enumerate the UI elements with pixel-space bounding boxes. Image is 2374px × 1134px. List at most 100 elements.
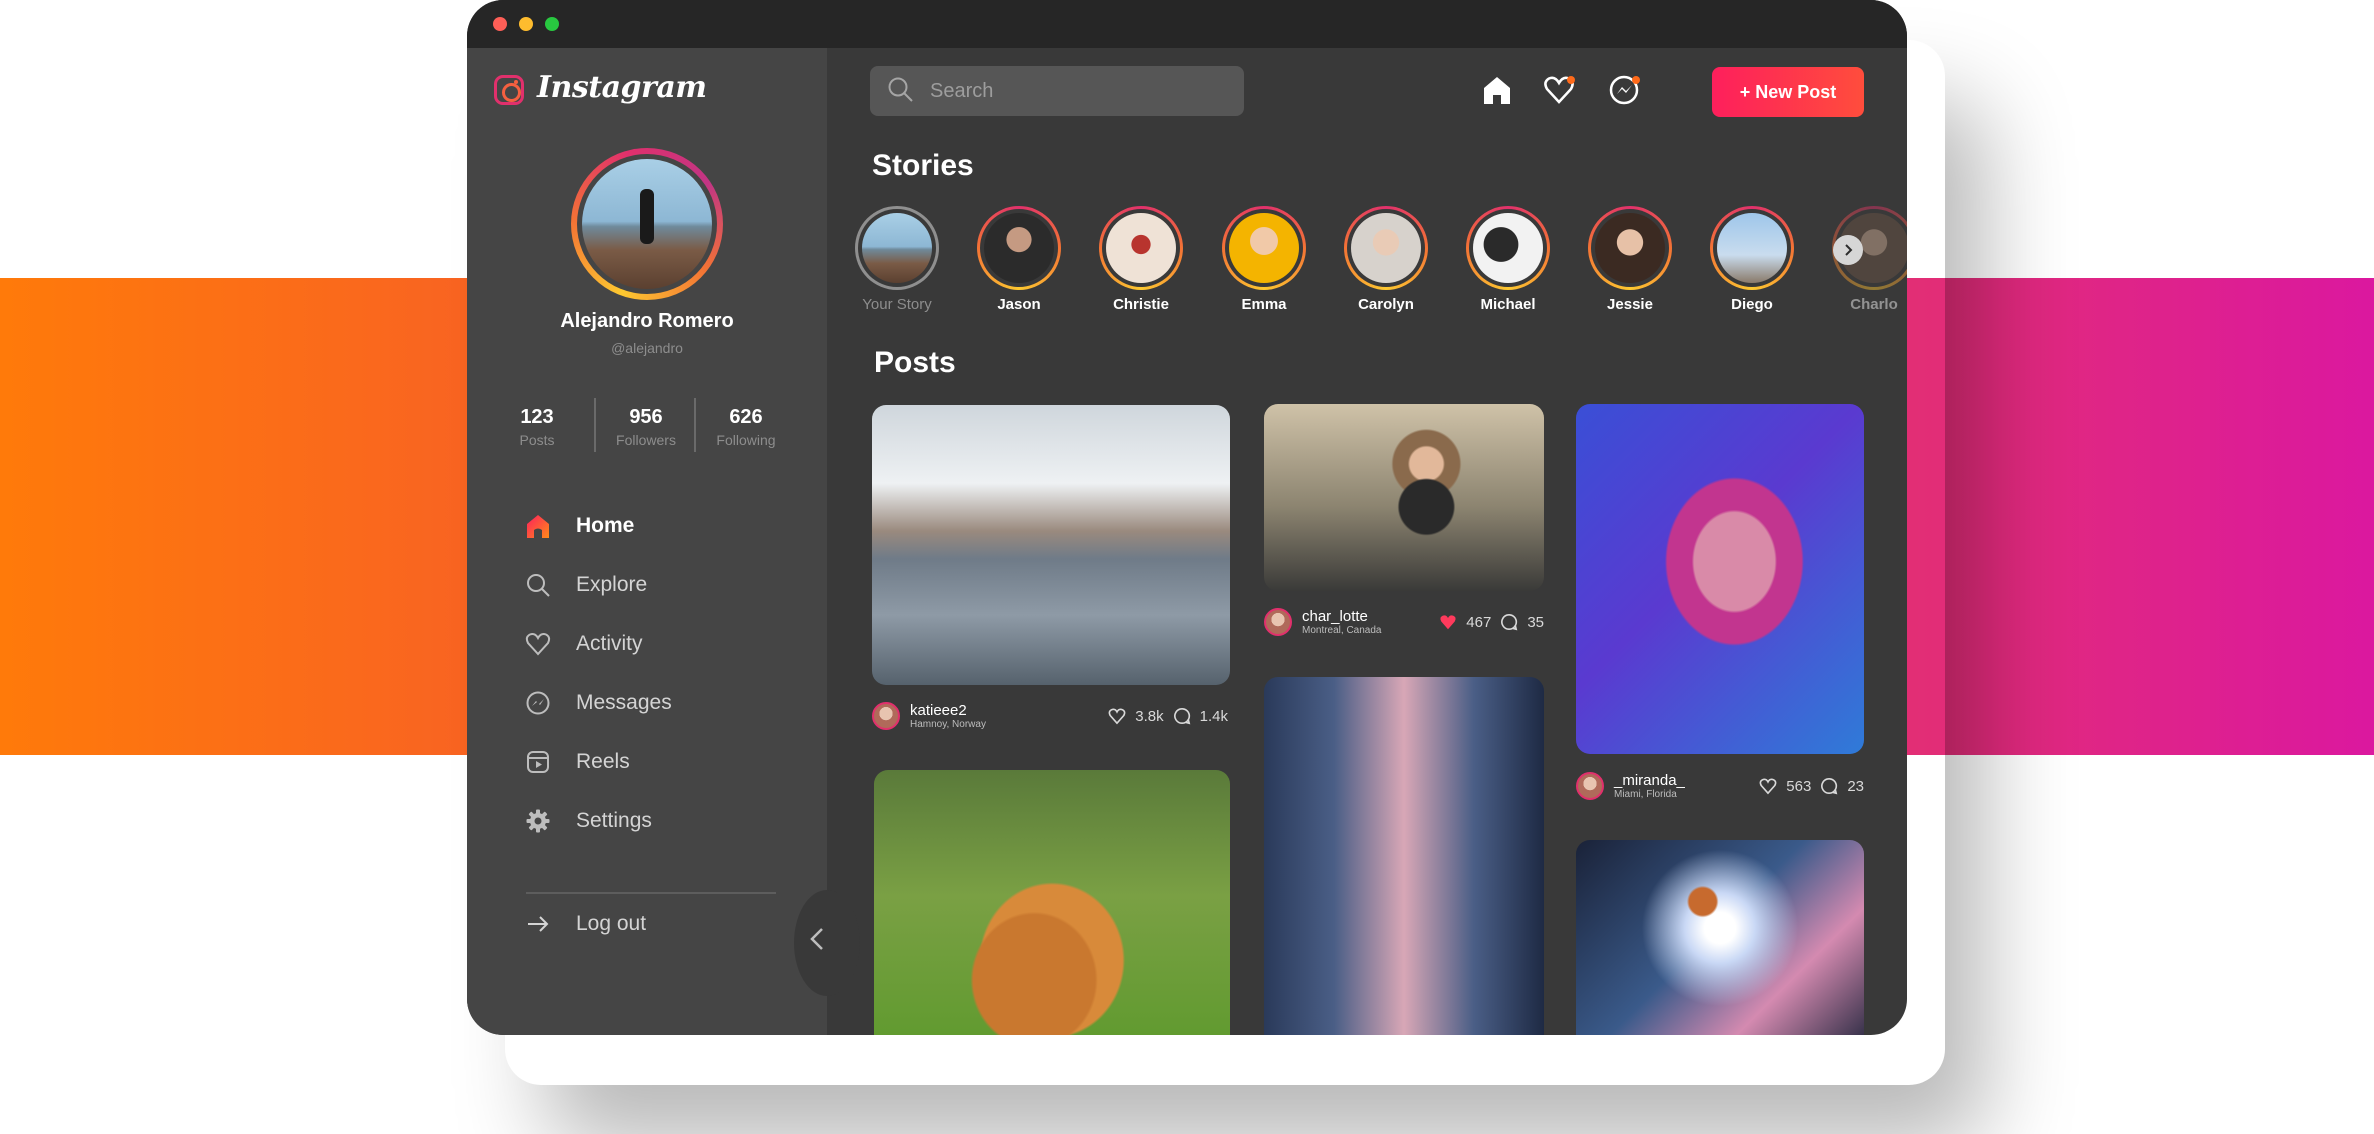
post-location: Miami, Florida (1614, 788, 1677, 800)
like-heart-icon[interactable] (1107, 706, 1127, 726)
new-post-button[interactable]: + New Post (1712, 67, 1864, 117)
stat-followers[interactable]: 956 Followers (596, 406, 696, 448)
post-image[interactable] (874, 770, 1230, 1035)
comment-count: 1.4k (1199, 707, 1228, 725)
story-avatar (1351, 213, 1421, 283)
posts-title: Posts (874, 346, 956, 379)
profile-avatar (582, 159, 712, 289)
post-username[interactable]: char_lotte (1302, 608, 1382, 625)
story-name: Jessie (1607, 296, 1653, 313)
post-avatar[interactable] (1264, 608, 1292, 636)
story-item[interactable]: Jessie (1580, 206, 1680, 313)
close-window-button[interactable] (493, 17, 507, 31)
post-image[interactable] (1576, 840, 1864, 1035)
story-name: Charlo (1850, 296, 1898, 313)
story-item[interactable]: Jason (969, 206, 1069, 313)
story-avatar (1229, 213, 1299, 283)
title-bar (467, 0, 1907, 48)
story-item[interactable]: Christie (1091, 206, 1191, 313)
maximize-window-button[interactable] (545, 17, 559, 31)
main-content: + New Post Stories Your Story Jason Chri… (827, 48, 1907, 1035)
stories-next-button[interactable] (1833, 235, 1863, 265)
stat-label: Followers (616, 432, 676, 448)
post-username[interactable]: katieee2 (910, 702, 986, 719)
liked-heart-icon[interactable] (1438, 612, 1458, 632)
like-count: 3.8k (1135, 707, 1164, 725)
comment-icon[interactable] (1499, 612, 1519, 632)
app-window: Instagram Alejandro Romero @alejandro 12… (467, 0, 1907, 1035)
message-badge (1632, 76, 1640, 84)
sidebar: Instagram Alejandro Romero @alejandro 12… (467, 48, 860, 1035)
home-top-button[interactable] (1479, 72, 1515, 108)
notifications-button[interactable] (1541, 72, 1577, 108)
minimize-window-button[interactable] (519, 17, 533, 31)
app-logo-text[interactable]: Instagram (537, 70, 707, 105)
story-item[interactable]: Diego (1702, 206, 1802, 313)
like-count: 563 (1786, 777, 1812, 795)
story-avatar (1106, 213, 1176, 283)
nav-item-messages[interactable]: Messages (523, 685, 783, 721)
nav-label: Explore (576, 573, 648, 596)
story-item[interactable]: Michael (1458, 206, 1558, 313)
post-image[interactable] (1264, 677, 1544, 1035)
stat-posts[interactable]: 123 Posts (487, 406, 587, 448)
story-name: Emma (1241, 296, 1287, 313)
nav-item-settings[interactable]: Settings (523, 803, 783, 839)
stories-title: Stories (872, 149, 974, 182)
heart-icon (523, 629, 553, 659)
messages-top-button[interactable] (1606, 72, 1642, 108)
stat-label: Following (716, 432, 776, 448)
nav-item-reels[interactable]: Reels (523, 744, 783, 780)
story-name: Your Story (862, 296, 932, 313)
stat-label: Posts (519, 432, 555, 448)
comment-icon[interactable] (1172, 706, 1192, 726)
instagram-logo-icon[interactable] (494, 75, 524, 105)
nav-label: Messages (576, 691, 672, 714)
story-avatar (1595, 213, 1665, 283)
messenger-icon (523, 688, 553, 718)
stat-following[interactable]: 626 Following (696, 406, 796, 448)
story-name: Carolyn (1358, 296, 1414, 313)
post-avatar[interactable] (872, 702, 900, 730)
nav-label: Reels (576, 750, 630, 773)
story-avatar (984, 213, 1054, 283)
post-location: Hamnoy, Norway (910, 718, 986, 730)
nav-item-home[interactable]: Home (523, 508, 783, 544)
nav-label: Home (576, 514, 635, 537)
search-icon (523, 570, 553, 600)
home-icon (523, 511, 553, 541)
nav-label: Settings (576, 809, 652, 832)
post-image[interactable] (1264, 404, 1544, 591)
profile-avatar-ring[interactable] (571, 148, 723, 300)
logout-label: Log out (576, 912, 647, 935)
comment-count: 23 (1847, 777, 1864, 795)
profile-name: Alejandro Romero (560, 310, 734, 332)
story-name: Michael (1480, 296, 1536, 313)
story-avatar (1717, 213, 1787, 283)
logout-button[interactable]: Log out (523, 906, 783, 942)
story-item[interactable]: Your Story (847, 206, 947, 313)
like-heart-icon[interactable] (1758, 776, 1778, 796)
nav-label: Activity (576, 632, 643, 655)
search-input[interactable] (930, 79, 1190, 103)
stage: Instagram Alejandro Romero @alejandro 12… (0, 0, 2374, 1134)
nav-item-activity[interactable]: Activity (523, 626, 783, 662)
post-meta: katieee2 Hamnoy, Norway 3.8k 1.4k (872, 698, 1228, 734)
arrow-right-icon (523, 909, 553, 939)
story-name: Christie (1113, 296, 1169, 313)
nav-item-explore[interactable]: Explore (523, 567, 783, 603)
post-username[interactable]: _miranda_ (1614, 772, 1685, 789)
story-avatar (1473, 213, 1543, 283)
comment-count: 35 (1527, 613, 1544, 631)
post-image[interactable] (1576, 404, 1864, 754)
story-item[interactable]: Carolyn (1336, 206, 1436, 313)
reels-icon (523, 747, 553, 777)
post-location: Montreal, Canada (1302, 624, 1382, 636)
post-image[interactable] (872, 405, 1230, 685)
search-bar[interactable] (870, 66, 1244, 116)
sidebar-divider (526, 892, 776, 894)
story-name: Diego (1731, 296, 1773, 313)
comment-icon[interactable] (1819, 776, 1839, 796)
story-item[interactable]: Emma (1214, 206, 1314, 313)
post-avatar[interactable] (1576, 772, 1604, 800)
